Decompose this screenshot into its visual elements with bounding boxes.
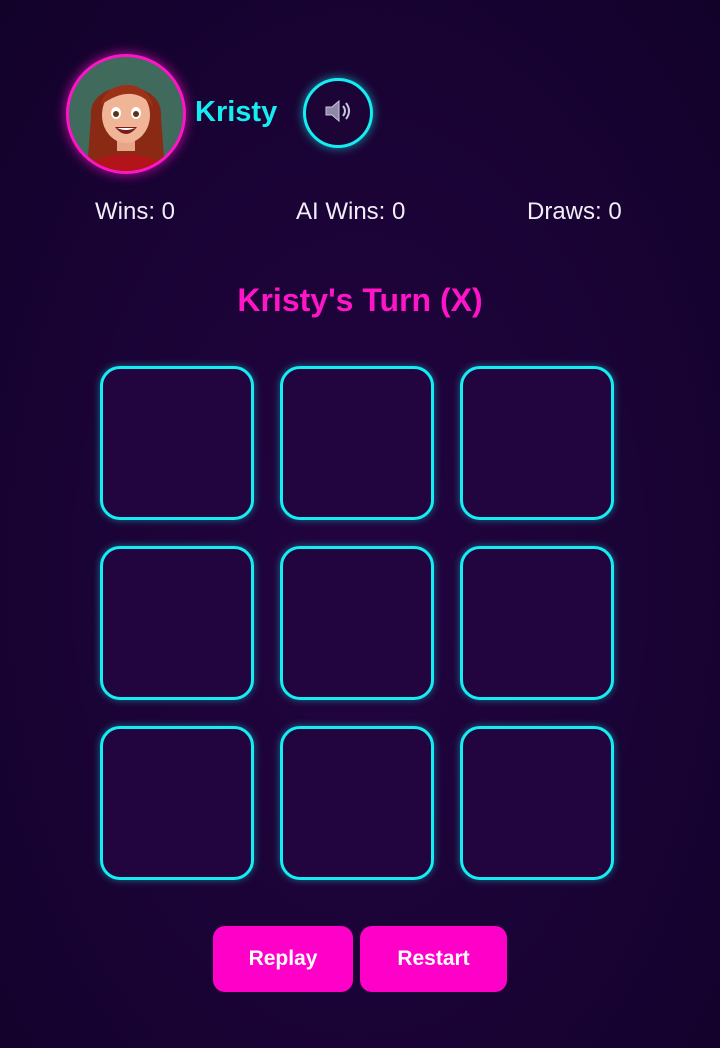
sound-toggle-button[interactable] <box>303 78 373 148</box>
board-cell[interactable] <box>100 366 254 520</box>
turn-indicator: Kristy's Turn (X) <box>237 282 483 318</box>
board-cell[interactable] <box>100 726 254 880</box>
ai-wins: AI Wins: 0 <box>296 198 406 225</box>
board-cell[interactable] <box>460 546 614 700</box>
speaker-icon <box>321 94 355 133</box>
score-stats: Wins: 0 AI Wins: 0 Draws: 0 <box>0 196 720 230</box>
header: Kristy <box>0 0 720 180</box>
replay-button[interactable]: Replay <box>213 926 353 992</box>
player-avatar <box>66 54 186 174</box>
player-name: Kristy <box>195 96 278 128</box>
girl-avatar-image <box>69 57 183 171</box>
restart-button[interactable]: Restart <box>360 926 507 992</box>
game-controls: Replay Restart <box>0 926 720 992</box>
board-cell[interactable] <box>280 366 434 520</box>
game-board <box>100 366 620 886</box>
player-wins: Wins: 0 <box>95 198 176 225</box>
board-cell[interactable] <box>100 546 254 700</box>
draws: Draws: 0 <box>527 198 622 225</box>
board-cell[interactable] <box>280 546 434 700</box>
board-cell[interactable] <box>460 366 614 520</box>
board-cell[interactable] <box>280 726 434 880</box>
board-cell[interactable] <box>460 726 614 880</box>
